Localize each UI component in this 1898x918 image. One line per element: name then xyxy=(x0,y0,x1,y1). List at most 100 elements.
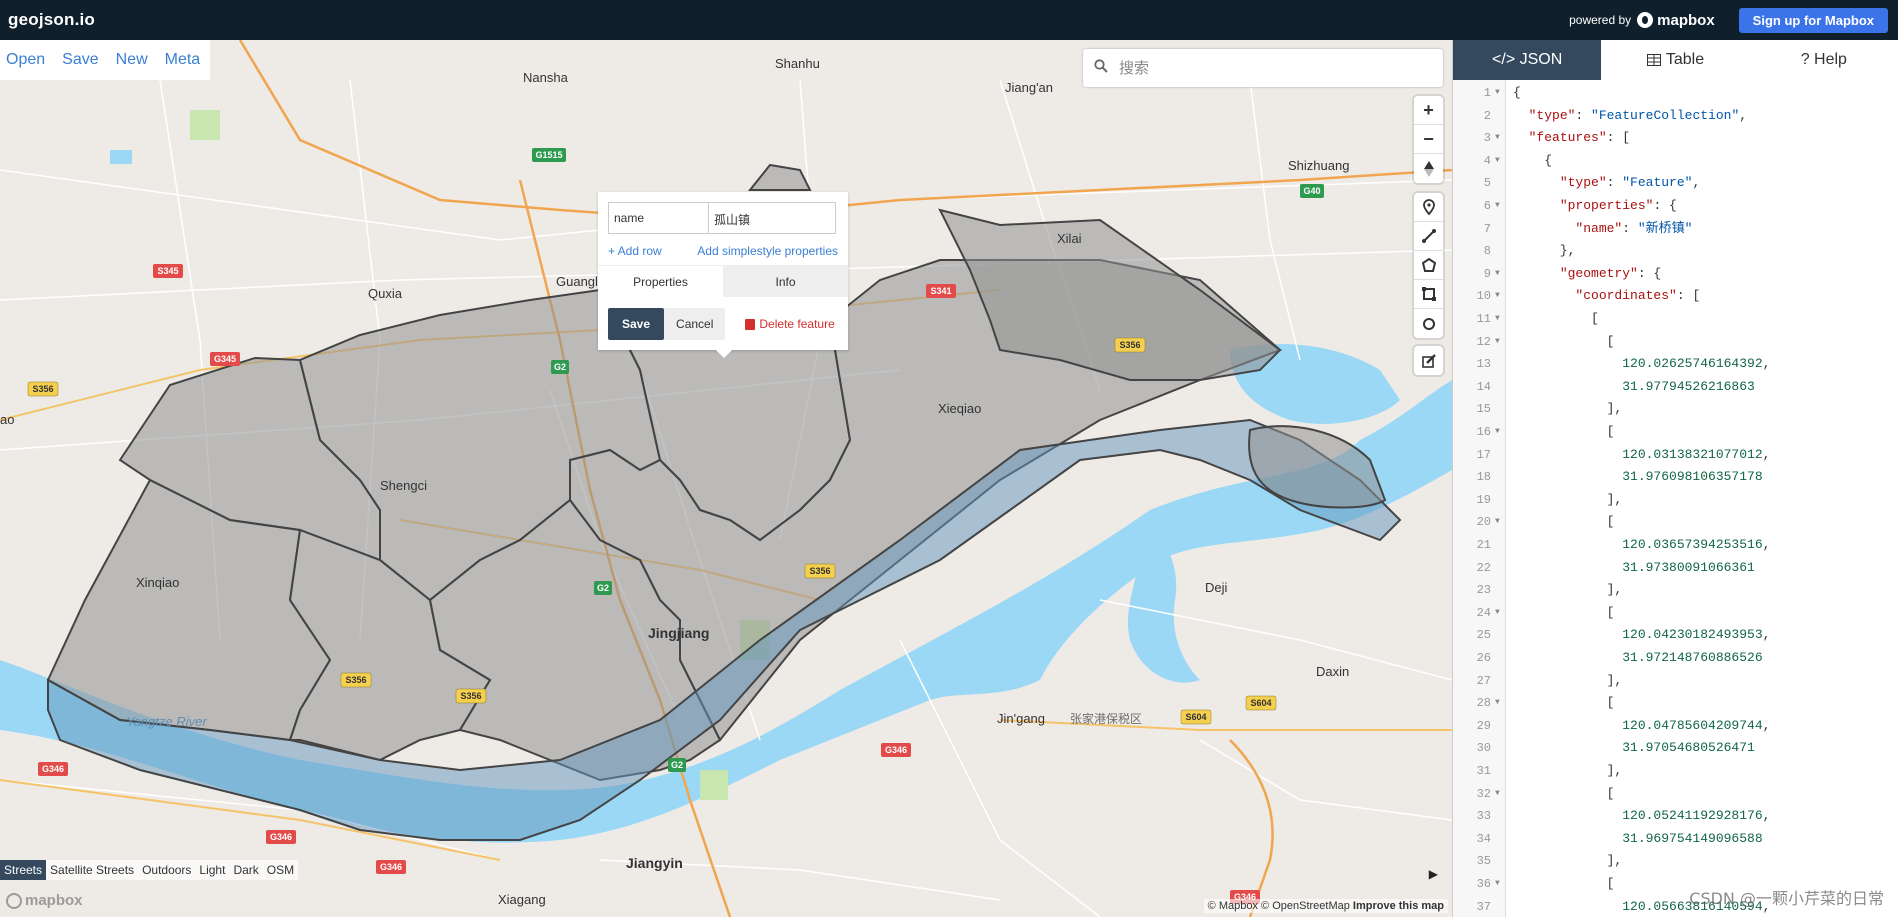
fold-toggle-icon[interactable]: ▼ xyxy=(1495,783,1500,806)
menu-new[interactable]: New xyxy=(116,51,148,69)
code-line[interactable]: 20 ▼ [ xyxy=(1453,511,1898,534)
style-outdoors[interactable]: Outdoors xyxy=(138,863,195,877)
popup-tab-info[interactable]: Info xyxy=(723,266,848,297)
menu-open[interactable]: Open xyxy=(6,51,45,69)
code-line[interactable]: 1 ▼ { xyxy=(1453,82,1898,105)
code-line[interactable]: 11 ▼ [ xyxy=(1453,308,1898,331)
fold-toggle-icon[interactable]: ▼ xyxy=(1495,263,1500,286)
powered-by[interactable]: powered by mapbox xyxy=(1569,12,1715,29)
zoom-in-button[interactable]: + xyxy=(1414,96,1443,125)
style-satellite-streets[interactable]: Satellite Streets xyxy=(46,863,138,877)
code-line[interactable]: 29 120.04785604209744, xyxy=(1453,715,1898,738)
code-line[interactable]: 10 ▼ "coordinates": [ xyxy=(1453,285,1898,308)
line-number: 17 xyxy=(1476,447,1491,462)
style-streets[interactable]: Streets xyxy=(0,860,47,880)
code-line[interactable]: 22 31.97380091066361 xyxy=(1453,557,1898,580)
draw-circle-button[interactable] xyxy=(1414,309,1443,338)
code-line[interactable]: 2 "type": "FeatureCollection", xyxy=(1453,105,1898,128)
code-line[interactable]: 25 120.04230182493953, xyxy=(1453,624,1898,647)
fold-toggle-icon[interactable]: ▼ xyxy=(1495,195,1500,218)
signup-button[interactable]: Sign up for Mapbox xyxy=(1738,7,1888,33)
mapbox-watermark[interactable]: mapbox xyxy=(6,892,83,909)
code-line[interactable]: 7 "name": "新桥镇" xyxy=(1453,218,1898,241)
attribution-improve[interactable]: Improve this map xyxy=(1353,900,1444,912)
fold-toggle-icon[interactable]: ▼ xyxy=(1495,308,1500,331)
fold-toggle-icon[interactable]: ▼ xyxy=(1495,873,1500,896)
code-line[interactable]: 8 }, xyxy=(1453,240,1898,263)
add-row-link[interactable]: + Add row xyxy=(608,244,662,258)
code-line[interactable]: 4 ▼ { xyxy=(1453,150,1898,173)
popup-save-button[interactable]: Save xyxy=(608,308,665,340)
water-pond xyxy=(110,150,132,164)
menu-meta[interactable]: Meta xyxy=(165,51,201,69)
draw-line-button[interactable] xyxy=(1414,222,1443,251)
code-line[interactable]: 35 ], xyxy=(1453,850,1898,873)
zoom-out-button[interactable]: − xyxy=(1414,125,1443,154)
code-line[interactable]: 26 31.972148760886526 xyxy=(1453,647,1898,670)
code-line[interactable]: 28 ▼ [ xyxy=(1453,692,1898,715)
draw-polygon-button[interactable] xyxy=(1414,251,1443,280)
map-view[interactable]: Shanhu Nansha Jiang'an Shizhuang Xilai Q… xyxy=(0,40,1452,917)
code-line[interactable]: 14 31.97794526216863 xyxy=(1453,376,1898,399)
code-line[interactable]: 30 31.97054680526471 xyxy=(1453,737,1898,760)
popup-tab-properties[interactable]: Properties xyxy=(598,266,723,297)
style-osm[interactable]: OSM xyxy=(263,863,298,877)
code-line[interactable]: 34 31.969754149096588 xyxy=(1453,828,1898,851)
fold-toggle-icon[interactable]: ▼ xyxy=(1495,127,1500,150)
code-line[interactable]: 32 ▼ [ xyxy=(1453,783,1898,806)
property-value-field[interactable]: 孤山镇 xyxy=(709,203,835,233)
delete-feature-button[interactable]: Delete feature xyxy=(745,317,835,331)
basemap[interactable]: Shanhu Nansha Jiang'an Shizhuang Xilai Q… xyxy=(0,40,1452,917)
code-line[interactable]: 31 ], xyxy=(1453,760,1898,783)
code-line[interactable]: 6 ▼ "properties": { xyxy=(1453,195,1898,218)
fold-toggle-icon[interactable]: ▼ xyxy=(1495,82,1500,105)
attribution-osm[interactable]: © OpenStreetMap xyxy=(1261,900,1350,912)
fold-toggle-icon[interactable]: ▼ xyxy=(1495,421,1500,444)
code-line[interactable]: 19 ], xyxy=(1453,489,1898,512)
attribution-mapbox[interactable]: © Mapbox xyxy=(1208,900,1258,912)
code-line[interactable]: 27 ], xyxy=(1453,670,1898,693)
compass-button[interactable] xyxy=(1414,154,1443,183)
code-line[interactable]: 33 120.05241192928176, xyxy=(1453,805,1898,828)
collapse-panel-arrow-icon[interactable]: ▶ xyxy=(1429,867,1438,881)
code-line[interactable]: 18 31.976098106357178 xyxy=(1453,466,1898,489)
add-simplestyle-link[interactable]: Add simplestyle properties xyxy=(697,244,838,258)
tab-table[interactable]: Table xyxy=(1601,40,1750,80)
code-line[interactable]: 17 120.03138321077012, xyxy=(1453,444,1898,467)
fold-toggle-icon[interactable]: ▼ xyxy=(1495,692,1500,715)
code-text: "geometry": { xyxy=(1559,265,1662,281)
tab-json[interactable]: </> JSON xyxy=(1453,40,1602,80)
code-line[interactable]: 23 ], xyxy=(1453,579,1898,602)
style-light[interactable]: Light xyxy=(195,863,229,877)
fold-toggle-icon[interactable]: ▼ xyxy=(1495,285,1500,308)
mapbox-brand: mapbox xyxy=(1657,11,1715,29)
tab-help[interactable]: ? Help xyxy=(1749,40,1898,80)
code-line[interactable]: 13 120.02625746164392, xyxy=(1453,353,1898,376)
property-key-field[interactable]: name xyxy=(609,203,709,233)
popup-cancel-button[interactable]: Cancel xyxy=(664,308,726,340)
search-input[interactable] xyxy=(1119,59,1419,77)
app-logo[interactable]: geojson.io xyxy=(8,10,95,30)
code-line[interactable]: 5 "type": "Feature", xyxy=(1453,172,1898,195)
map-attribution: © Mapbox © OpenStreetMap Improve this ma… xyxy=(1203,899,1448,913)
code-line[interactable]: 12 ▼ [ xyxy=(1453,331,1898,354)
fold-toggle-icon[interactable]: ▼ xyxy=(1495,602,1500,625)
line-number: 19 xyxy=(1476,492,1491,507)
line-number: 25 xyxy=(1476,628,1491,643)
json-editor[interactable]: 1 ▼ {2 "type": "FeatureCollection", 3 ▼ "fea… xyxy=(1453,80,1898,917)
fold-toggle-icon[interactable]: ▼ xyxy=(1495,511,1500,534)
draw-rectangle-button[interactable] xyxy=(1414,280,1443,309)
code-line[interactable]: 9 ▼ "geometry": { xyxy=(1453,263,1898,286)
code-line[interactable]: 24 ▼ [ xyxy=(1453,602,1898,625)
panel-tabs: </> JSON Table ? Help xyxy=(1453,40,1898,80)
code-line[interactable]: 3 ▼ "features": [ xyxy=(1453,127,1898,150)
menu-save[interactable]: Save xyxy=(62,51,98,69)
edit-geometry-button[interactable] xyxy=(1414,346,1443,375)
style-dark[interactable]: Dark xyxy=(229,863,262,877)
fold-toggle-icon[interactable]: ▼ xyxy=(1495,150,1500,173)
code-line[interactable]: 21 120.03657394253516, xyxy=(1453,534,1898,557)
draw-marker-button[interactable] xyxy=(1414,193,1443,222)
fold-toggle-icon[interactable]: ▼ xyxy=(1495,331,1500,354)
code-line[interactable]: 15 ], xyxy=(1453,398,1898,421)
code-line[interactable]: 16 ▼ [ xyxy=(1453,421,1898,444)
